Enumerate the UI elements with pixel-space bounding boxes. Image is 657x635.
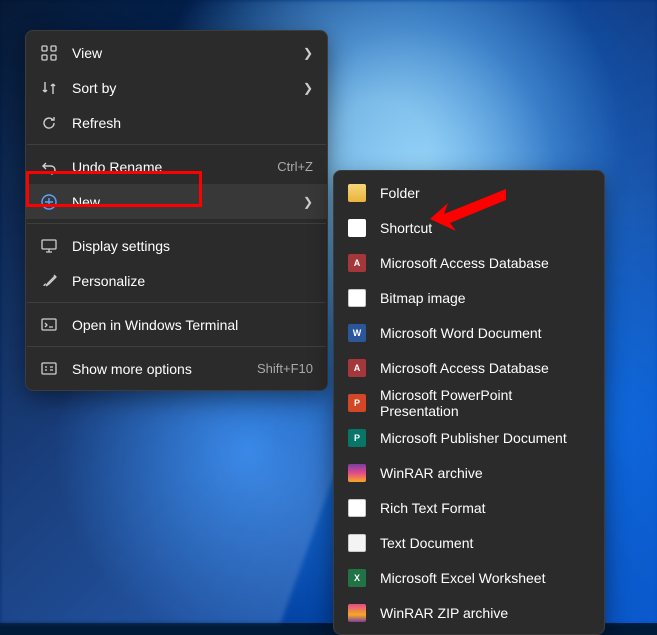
chevron-right-icon: ❯ <box>303 46 313 60</box>
submenu-item-txt[interactable]: Text Document <box>334 525 604 560</box>
menu-item-more-options[interactable]: Show more options Shift+F10 <box>26 351 327 386</box>
menu-label: Show more options <box>72 361 243 377</box>
undo-icon <box>40 158 58 176</box>
menu-label: Sort by <box>72 80 289 96</box>
chevron-right-icon: ❯ <box>303 195 313 209</box>
menu-label: Microsoft PowerPoint Presentation <box>380 387 590 419</box>
brush-icon <box>40 272 58 290</box>
menu-shortcut: Ctrl+Z <box>277 159 313 174</box>
submenu-item-powerpoint[interactable]: P Microsoft PowerPoint Presentation <box>334 385 604 420</box>
menu-item-refresh[interactable]: Refresh <box>26 105 327 140</box>
new-submenu: Folder ↗ Shortcut A Microsoft Access Dat… <box>333 170 605 635</box>
menu-label: Microsoft Excel Worksheet <box>380 570 590 586</box>
menu-item-view[interactable]: View ❯ <box>26 35 327 70</box>
menu-label: WinRAR archive <box>380 465 590 481</box>
submenu-item-publisher[interactable]: P Microsoft Publisher Document <box>334 420 604 455</box>
powerpoint-icon: P <box>348 394 366 412</box>
plus-circle-icon <box>40 193 58 211</box>
menu-separator <box>27 302 326 303</box>
menu-item-terminal[interactable]: Open in Windows Terminal <box>26 307 327 342</box>
menu-label: Microsoft Access Database <box>380 360 590 376</box>
submenu-item-shortcut[interactable]: ↗ Shortcut <box>334 210 604 245</box>
sort-icon <box>40 79 58 97</box>
menu-label: Bitmap image <box>380 290 590 306</box>
more-icon <box>40 360 58 378</box>
menu-label: Display settings <box>72 238 313 254</box>
menu-separator <box>27 223 326 224</box>
menu-label: New <box>72 194 289 210</box>
access-icon: A <box>348 254 366 272</box>
rtf-icon <box>348 499 366 517</box>
menu-label: Refresh <box>72 115 313 131</box>
menu-label: Personalize <box>72 273 313 289</box>
menu-label: Microsoft Word Document <box>380 325 590 341</box>
menu-label: Undo Rename <box>72 159 263 175</box>
submenu-item-rar[interactable]: WinRAR archive <box>334 455 604 490</box>
menu-label: WinRAR ZIP archive <box>380 605 590 621</box>
display-icon <box>40 237 58 255</box>
submenu-item-bitmap[interactable]: ▦ Bitmap image <box>334 280 604 315</box>
menu-label: Microsoft Access Database <box>380 255 590 271</box>
winrar-icon <box>348 464 366 482</box>
menu-separator <box>27 346 326 347</box>
menu-item-display-settings[interactable]: Display settings <box>26 228 327 263</box>
submenu-item-access-2[interactable]: A Microsoft Access Database <box>334 350 604 385</box>
grid-icon <box>40 44 58 62</box>
chevron-right-icon: ❯ <box>303 81 313 95</box>
menu-label: Shortcut <box>380 220 590 236</box>
submenu-item-rtf[interactable]: Rich Text Format <box>334 490 604 525</box>
submenu-item-folder[interactable]: Folder <box>334 175 604 210</box>
publisher-icon: P <box>348 429 366 447</box>
word-icon: W <box>348 324 366 342</box>
submenu-item-excel[interactable]: X Microsoft Excel Worksheet <box>334 560 604 595</box>
access-icon: A <box>348 359 366 377</box>
desktop-context-menu: View ❯ Sort by ❯ Refresh Undo Rename Ctr… <box>25 30 328 391</box>
menu-separator <box>27 144 326 145</box>
submenu-item-access[interactable]: A Microsoft Access Database <box>334 245 604 280</box>
folder-icon <box>348 184 366 202</box>
menu-item-sortby[interactable]: Sort by ❯ <box>26 70 327 105</box>
submenu-item-word[interactable]: W Microsoft Word Document <box>334 315 604 350</box>
shortcut-icon: ↗ <box>348 219 366 237</box>
submenu-item-zip[interactable]: WinRAR ZIP archive <box>334 595 604 630</box>
bitmap-icon: ▦ <box>348 289 366 307</box>
menu-label: Microsoft Publisher Document <box>380 430 590 446</box>
terminal-icon <box>40 316 58 334</box>
menu-label: Folder <box>380 185 590 201</box>
menu-item-new[interactable]: New ❯ <box>26 184 327 219</box>
menu-shortcut: Shift+F10 <box>257 361 313 376</box>
menu-label: Rich Text Format <box>380 500 590 516</box>
menu-label: Text Document <box>380 535 590 551</box>
text-icon <box>348 534 366 552</box>
menu-label: View <box>72 45 289 61</box>
refresh-icon <box>40 114 58 132</box>
excel-icon: X <box>348 569 366 587</box>
menu-label: Open in Windows Terminal <box>72 317 313 333</box>
winrar-zip-icon <box>348 604 366 622</box>
menu-item-personalize[interactable]: Personalize <box>26 263 327 298</box>
menu-item-undo[interactable]: Undo Rename Ctrl+Z <box>26 149 327 184</box>
